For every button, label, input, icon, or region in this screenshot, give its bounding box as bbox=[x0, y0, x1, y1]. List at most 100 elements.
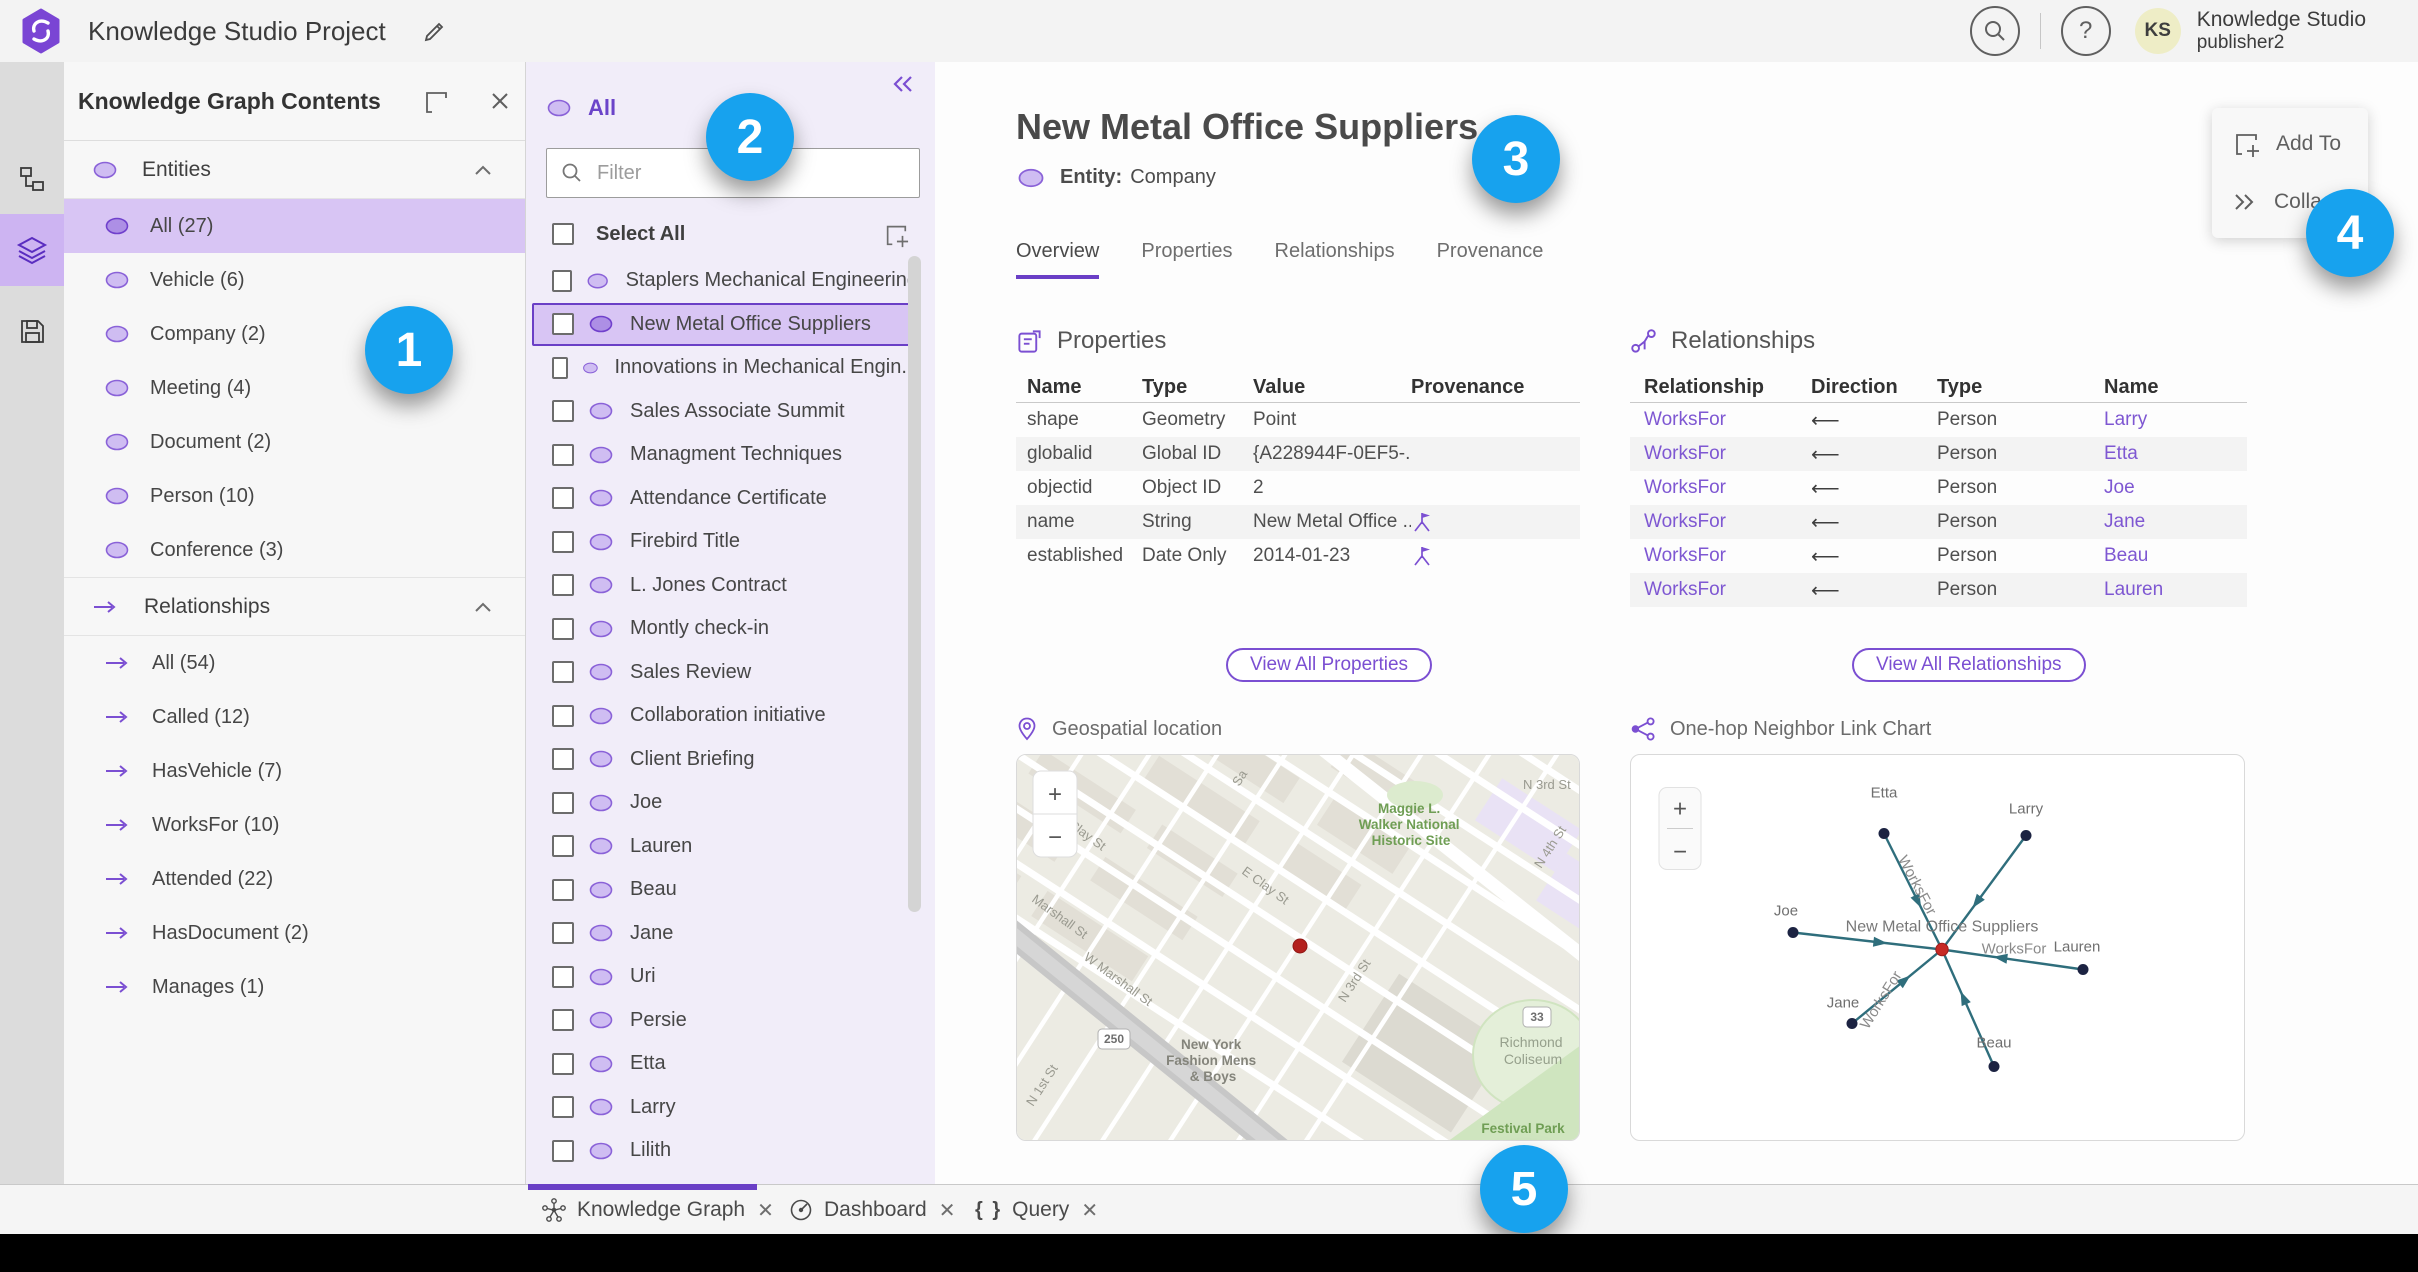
tab-knowledge-graph[interactable]: Knowledge Graph ✕ bbox=[541, 1185, 774, 1235]
entity-instance-item[interactable]: Lilith bbox=[532, 1129, 918, 1173]
entity-instance-item[interactable]: Staplers Mechanical Engineering bbox=[532, 259, 918, 303]
link-chart[interactable]: WorksFor WorksFor WorksFor New Metal Off… bbox=[1630, 754, 2245, 1141]
item-checkbox[interactable] bbox=[552, 443, 574, 466]
relationship-type-item[interactable]: All (54) bbox=[64, 636, 525, 690]
entity-instance-item[interactable]: Jane bbox=[532, 912, 918, 956]
relationship-type-item[interactable]: HasDocument (2) bbox=[64, 906, 525, 960]
close-tab-icon[interactable]: ✕ bbox=[939, 1198, 956, 1223]
relationship-link[interactable]: WorksFor bbox=[1644, 511, 1811, 533]
center-node[interactable] bbox=[1935, 942, 1949, 957]
add-to-map-icon[interactable] bbox=[422, 88, 450, 116]
entity-instance-item[interactable]: Larry bbox=[532, 1086, 918, 1130]
item-checkbox[interactable] bbox=[552, 791, 574, 814]
chevron-up-icon[interactable] bbox=[473, 164, 493, 176]
item-checkbox[interactable] bbox=[552, 400, 574, 423]
rail-save-button[interactable] bbox=[0, 300, 64, 362]
entity-instance-item[interactable]: Lauren bbox=[532, 825, 918, 869]
entity-instance-item[interactable]: Sales Associate Summit bbox=[532, 390, 918, 434]
entity-type-item[interactable]: Person (10) bbox=[64, 469, 525, 523]
entity-type-item[interactable]: Meeting (4) bbox=[64, 361, 525, 415]
entity-instance-item[interactable]: Managment Techniques bbox=[532, 433, 918, 477]
help-button[interactable]: ? bbox=[2060, 6, 2111, 56]
related-name-link[interactable]: Joe bbox=[2104, 477, 2247, 499]
geospatial-map[interactable]: W Clay St Sa E Clay St Marshall St W Mar… bbox=[1016, 754, 1580, 1141]
edit-title-icon[interactable] bbox=[422, 18, 448, 44]
item-checkbox[interactable] bbox=[552, 1096, 574, 1119]
entity-type-item[interactable]: Company (2) bbox=[64, 307, 525, 361]
entity-instance-item[interactable]: Montly check-in bbox=[532, 607, 918, 651]
entity-type-item[interactable]: Conference (3) bbox=[64, 523, 525, 577]
rail-schema-button[interactable] bbox=[0, 148, 64, 210]
item-checkbox[interactable] bbox=[552, 1009, 574, 1032]
relationships-section-header[interactable]: Relationships bbox=[64, 577, 525, 636]
add-to-menu-item[interactable]: Add To bbox=[2232, 130, 2341, 158]
search-button[interactable] bbox=[1969, 6, 2020, 56]
chevron-up-icon[interactable] bbox=[473, 601, 493, 613]
item-checkbox[interactable] bbox=[552, 878, 574, 901]
relationship-type-item[interactable]: Called (12) bbox=[64, 690, 525, 744]
relationship-link[interactable]: WorksFor bbox=[1644, 579, 1811, 601]
map-zoom-control[interactable]: + − bbox=[1032, 770, 1078, 858]
entity-instance-item[interactable]: L. Jones Contract bbox=[532, 564, 918, 608]
relationship-type-item[interactable]: WorksFor (10) bbox=[64, 798, 525, 852]
select-all-checkbox[interactable] bbox=[552, 223, 574, 245]
related-name-link[interactable]: Etta bbox=[2104, 443, 2247, 465]
relationship-type-item[interactable]: Attended (22) bbox=[64, 852, 525, 906]
close-tab-icon[interactable]: ✕ bbox=[1081, 1198, 1098, 1223]
close-tab-icon[interactable]: ✕ bbox=[757, 1198, 774, 1223]
entity-instance-item[interactable]: Persie bbox=[532, 999, 918, 1043]
relationship-link[interactable]: WorksFor bbox=[1644, 443, 1811, 465]
item-checkbox[interactable] bbox=[552, 835, 574, 858]
user-avatar[interactable]: KS bbox=[2134, 8, 2181, 54]
item-checkbox[interactable] bbox=[552, 356, 568, 379]
entity-instance-item[interactable]: Etta bbox=[532, 1042, 918, 1086]
item-checkbox[interactable] bbox=[552, 1139, 574, 1162]
provenance-flag-icon[interactable] bbox=[1411, 510, 1433, 534]
provenance-flag-icon[interactable] bbox=[1411, 544, 1433, 568]
item-checkbox[interactable] bbox=[552, 530, 574, 553]
entity-type-item[interactable]: Vehicle (6) bbox=[64, 253, 525, 307]
item-checkbox[interactable] bbox=[552, 965, 574, 988]
item-checkbox[interactable] bbox=[552, 661, 574, 684]
related-name-link[interactable]: Larry bbox=[2104, 409, 2247, 431]
entity-type-item[interactable]: Document (2) bbox=[64, 415, 525, 469]
user-info[interactable]: Knowledge Studio publisher2 bbox=[2197, 8, 2366, 54]
relationship-link[interactable]: WorksFor bbox=[1644, 545, 1811, 567]
item-checkbox[interactable] bbox=[552, 313, 574, 336]
relationship-link[interactable]: WorksFor bbox=[1644, 477, 1811, 499]
item-checkbox[interactable] bbox=[552, 704, 574, 727]
entities-section-header[interactable]: Entities bbox=[64, 141, 525, 199]
related-name-link[interactable]: Jane bbox=[2104, 511, 2247, 533]
entity-instance-item[interactable]: Attendance Certificate bbox=[532, 477, 918, 521]
entity-instance-item[interactable]: Collaboration initiative bbox=[532, 694, 918, 738]
scrollbar-thumb[interactable] bbox=[908, 256, 921, 912]
entity-instance-item[interactable]: Joe bbox=[532, 781, 918, 825]
related-name-link[interactable]: Lauren bbox=[2104, 579, 2247, 601]
item-checkbox[interactable] bbox=[552, 922, 574, 945]
collapse-panel-icon[interactable] bbox=[891, 74, 915, 94]
tab-query[interactable]: { } Query ✕ bbox=[975, 1185, 1098, 1235]
close-panel-icon[interactable] bbox=[488, 89, 512, 113]
item-checkbox[interactable] bbox=[552, 574, 574, 597]
item-checkbox[interactable] bbox=[552, 617, 574, 640]
collapse-menu-item[interactable]: Colla bbox=[2232, 190, 2322, 214]
detail-tab[interactable]: Overview bbox=[1016, 240, 1100, 279]
entity-instance-item[interactable]: Innovations in Mechanical Engin... bbox=[532, 346, 918, 390]
entity-instance-item[interactable]: Beau bbox=[532, 868, 918, 912]
add-to-map-icon[interactable] bbox=[883, 222, 909, 248]
chart-zoom-control[interactable]: + − bbox=[1658, 787, 1702, 870]
tab-dashboard[interactable]: Dashboard ✕ bbox=[788, 1185, 956, 1235]
detail-tab[interactable]: Properties bbox=[1141, 240, 1232, 279]
view-all-relationships-button[interactable]: View All Relationships bbox=[1852, 648, 2086, 682]
view-all-properties-button[interactable]: View All Properties bbox=[1226, 648, 1433, 682]
item-checkbox[interactable] bbox=[552, 487, 574, 510]
entity-instance-item[interactable]: New Metal Office Suppliers bbox=[532, 302, 918, 346]
entity-type-item[interactable]: All (27) bbox=[64, 199, 525, 253]
relationship-type-item[interactable]: HasVehicle (7) bbox=[64, 744, 525, 798]
item-checkbox[interactable] bbox=[552, 748, 574, 771]
relationship-link[interactable]: WorksFor bbox=[1644, 409, 1811, 431]
rail-layers-button[interactable] bbox=[0, 214, 64, 286]
detail-tab[interactable]: Provenance bbox=[1437, 240, 1544, 279]
entity-instance-item[interactable]: Firebird Title bbox=[532, 520, 918, 564]
item-checkbox[interactable] bbox=[552, 269, 573, 292]
